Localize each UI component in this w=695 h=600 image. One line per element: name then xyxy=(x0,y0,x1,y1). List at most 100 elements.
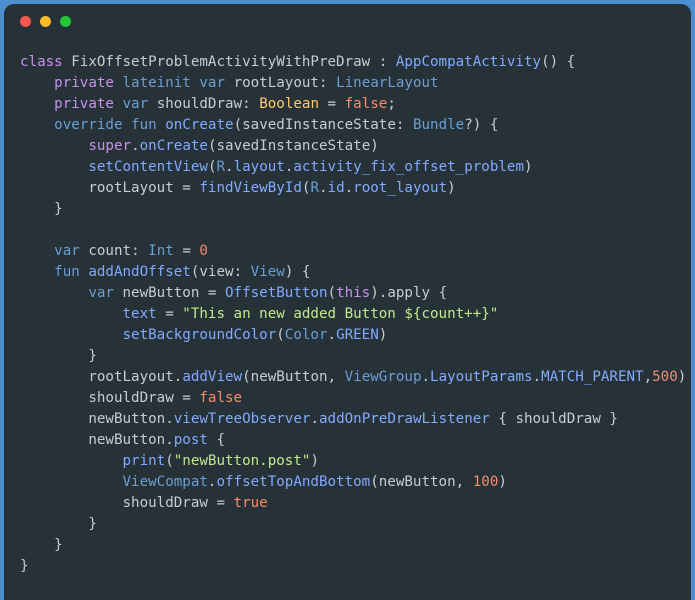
code-token: false xyxy=(344,96,388,112)
code-token: view xyxy=(199,264,234,280)
code-token: ( xyxy=(276,327,285,343)
code-line: newButton.viewTreeObserver.addOnPreDrawL… xyxy=(20,409,691,430)
code-token: 100 xyxy=(472,474,499,490)
code-line: print("newButton.post") xyxy=(20,451,691,472)
code-line: rootLayout. addView(newButton, ViewGroup.… xyxy=(20,367,691,388)
code-token: newButton xyxy=(88,411,166,427)
code-token: } xyxy=(20,348,97,364)
close-button[interactable] xyxy=(20,15,31,27)
code-token: lateinit var xyxy=(122,75,226,91)
code-token: rootLayout xyxy=(88,180,174,196)
code-token: shouldDraw xyxy=(515,411,601,427)
code-token: ViewGroup xyxy=(344,369,422,385)
code-token: true xyxy=(233,495,268,511)
code-line: class FixOffsetProblemActivityWithPreDra… xyxy=(20,52,691,73)
code-token: . xyxy=(421,369,431,385)
code-token: ( xyxy=(207,138,217,154)
code-token: Bundle xyxy=(412,117,465,133)
code-token: print xyxy=(122,453,166,469)
code-token: rootLayout xyxy=(88,369,174,385)
code-token: , xyxy=(643,369,653,385)
code-token: , xyxy=(455,474,473,490)
code-token: Int xyxy=(148,243,174,259)
minimize-button[interactable] xyxy=(40,15,51,27)
code-token: ( xyxy=(242,369,251,385)
code-token: } xyxy=(600,411,618,427)
code-token: override fun xyxy=(54,117,157,133)
code-token: count xyxy=(88,243,132,259)
code-token: : xyxy=(242,96,260,112)
code-token: var xyxy=(122,96,149,112)
code-token: newButton xyxy=(122,285,200,301)
code-token: { xyxy=(207,432,226,448)
code-line: super.onCreate(savedInstanceState) xyxy=(20,136,691,157)
code-token: = xyxy=(207,495,234,511)
code-token: : xyxy=(233,264,251,280)
code-token: AppCompatActivity xyxy=(395,54,542,70)
code-token: id xyxy=(327,180,345,196)
code-token: fun xyxy=(54,264,80,280)
maximize-button[interactable] xyxy=(60,15,71,27)
code-token: "newButton.post" xyxy=(173,453,311,469)
code-line: shouldDraw = true xyxy=(20,493,691,514)
code-token: Boolean xyxy=(259,96,319,112)
code-block[interactable]: class FixOffsetProblemActivityWithPreDra… xyxy=(20,52,691,577)
code-token: savedInstanceState xyxy=(216,138,371,154)
code-line: var count: Int = 0 xyxy=(20,241,691,262)
code-line: text = "This an new added Button ${count… xyxy=(20,304,691,325)
code-token: rootLayout xyxy=(233,75,319,91)
window-titlebar xyxy=(4,4,691,38)
code-token: shouldDraw xyxy=(156,96,243,112)
code-token: false xyxy=(199,390,243,406)
code-token: OffsetButton xyxy=(225,285,328,301)
code-token: : xyxy=(318,75,337,91)
code-token: = xyxy=(319,96,345,112)
code-token: ?) { xyxy=(464,117,499,133)
code-token: LayoutParams xyxy=(430,369,533,385)
code-editor-area[interactable]: class FixOffsetProblemActivityWithPreDra… xyxy=(4,38,691,577)
code-token: . xyxy=(131,138,140,154)
code-token: = xyxy=(173,390,200,406)
code-token: ( xyxy=(327,285,337,301)
code-token: activity_fix_offset_problem xyxy=(293,159,524,175)
code-token: apply xyxy=(387,285,431,301)
code-token: . xyxy=(344,180,354,196)
code-token: ) xyxy=(370,138,379,154)
code-token: text xyxy=(122,306,157,322)
code-line: fun addAndOffset(view: View) { xyxy=(20,262,691,283)
code-token: : xyxy=(370,54,396,70)
code-token: . xyxy=(318,180,328,196)
code-line: } xyxy=(20,556,691,577)
code-line: private var shouldDraw: Boolean = false; xyxy=(20,94,691,115)
code-token: 500 xyxy=(652,369,678,385)
code-token: ) xyxy=(378,327,388,343)
code-token: "This an new added Button ${count++}" xyxy=(182,306,499,322)
code-token: super xyxy=(88,138,132,154)
code-token: View xyxy=(250,264,285,280)
code-token: savedInstanceState xyxy=(242,117,396,133)
code-token: = xyxy=(199,285,226,301)
code-token: ) xyxy=(310,453,319,469)
code-token: { xyxy=(489,411,516,427)
code-token: : xyxy=(131,243,149,259)
code-token: var xyxy=(54,243,80,259)
code-token: ) xyxy=(677,369,687,385)
code-token: } xyxy=(20,558,29,574)
code-token: . xyxy=(327,327,337,343)
code-token: R xyxy=(216,159,226,175)
code-line: } xyxy=(20,514,691,535)
code-token: addView xyxy=(182,369,243,385)
code-token: } xyxy=(20,201,63,217)
code-token: MATCH_PARENT xyxy=(541,369,644,385)
